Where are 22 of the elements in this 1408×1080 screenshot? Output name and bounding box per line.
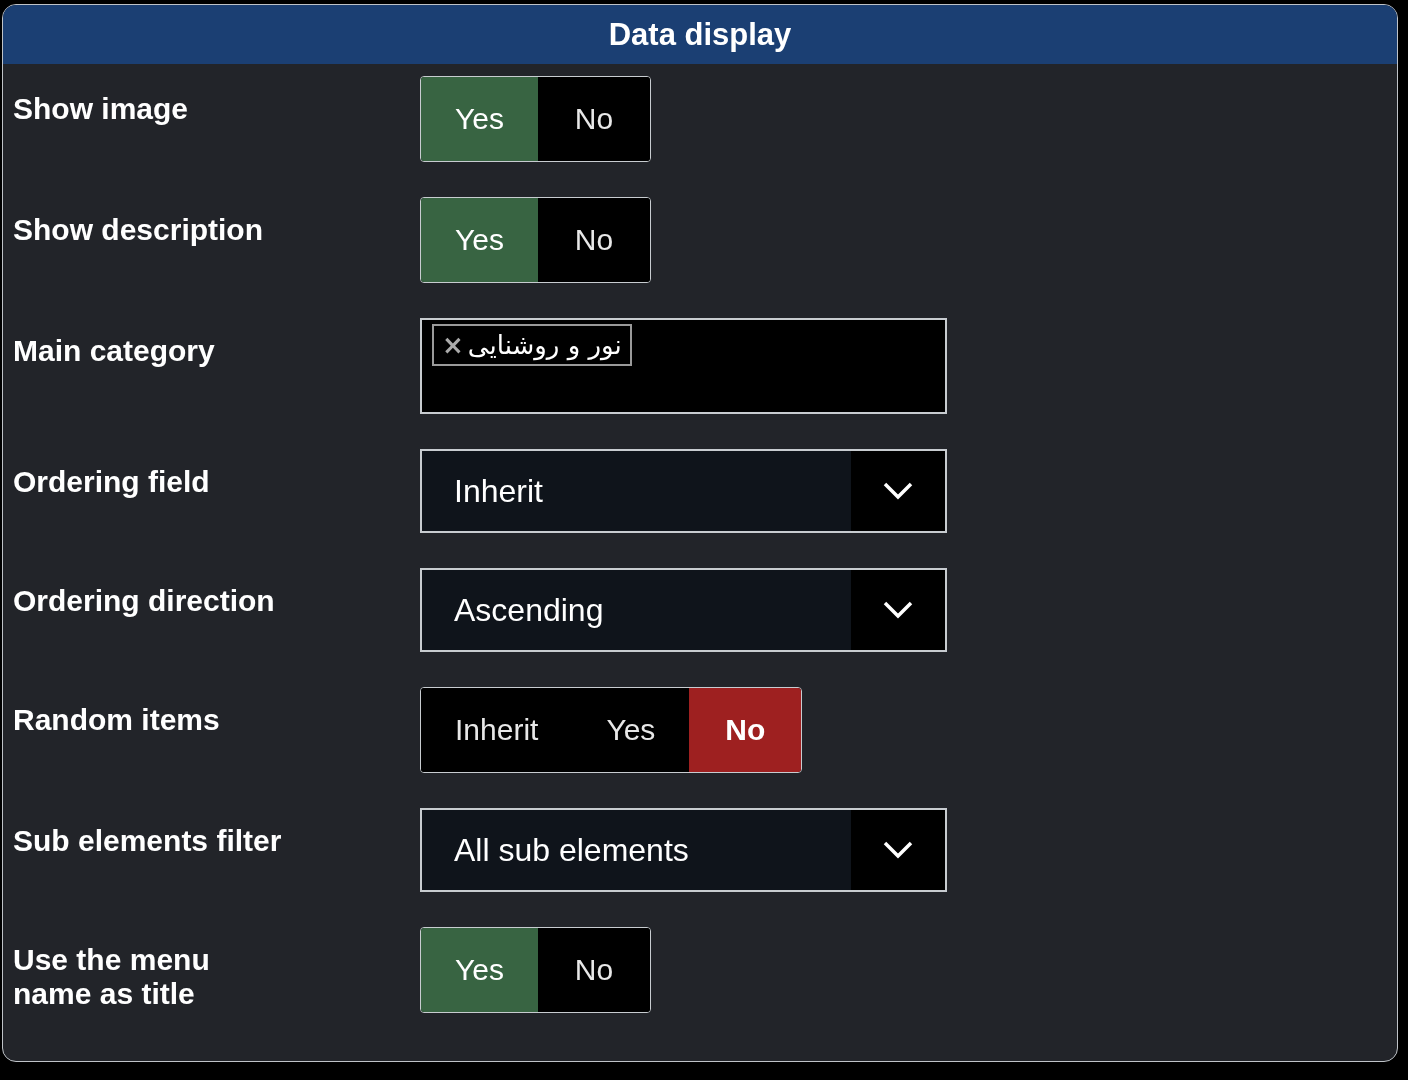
- field-label: Sub elements filter: [13, 823, 283, 858]
- toggle-option[interactable]: No: [689, 688, 802, 772]
- field-label: Use the menu name as title: [13, 942, 211, 1011]
- field-label: Show description: [13, 212, 265, 247]
- tag-input-field[interactable]: × نور و روشنایی: [420, 318, 947, 414]
- field-label: Ordering direction: [13, 583, 276, 618]
- dropdown-field[interactable]: All sub elements: [420, 808, 947, 892]
- toggle-option[interactable]: Yes: [421, 928, 538, 1012]
- field-label: Main category: [13, 333, 216, 368]
- chevron-down-icon: [883, 482, 913, 500]
- field-label: Show image: [13, 91, 190, 126]
- field-label: Random items: [13, 702, 221, 737]
- dropdown-field[interactable]: Ascending: [420, 568, 947, 652]
- toggle-option[interactable]: Yes: [421, 198, 538, 282]
- chevron-down-icon: [883, 841, 913, 859]
- toggle-option[interactable]: Yes: [421, 77, 538, 161]
- panel-title: Data display: [608, 16, 792, 53]
- dropdown-field[interactable]: Inherit: [420, 449, 947, 533]
- chevron-down-icon: [883, 601, 913, 619]
- field-label: Ordering field: [13, 464, 211, 499]
- tag-text: نور و روشنایی: [467, 330, 622, 360]
- remove-tag-button[interactable]: ×: [442, 330, 464, 360]
